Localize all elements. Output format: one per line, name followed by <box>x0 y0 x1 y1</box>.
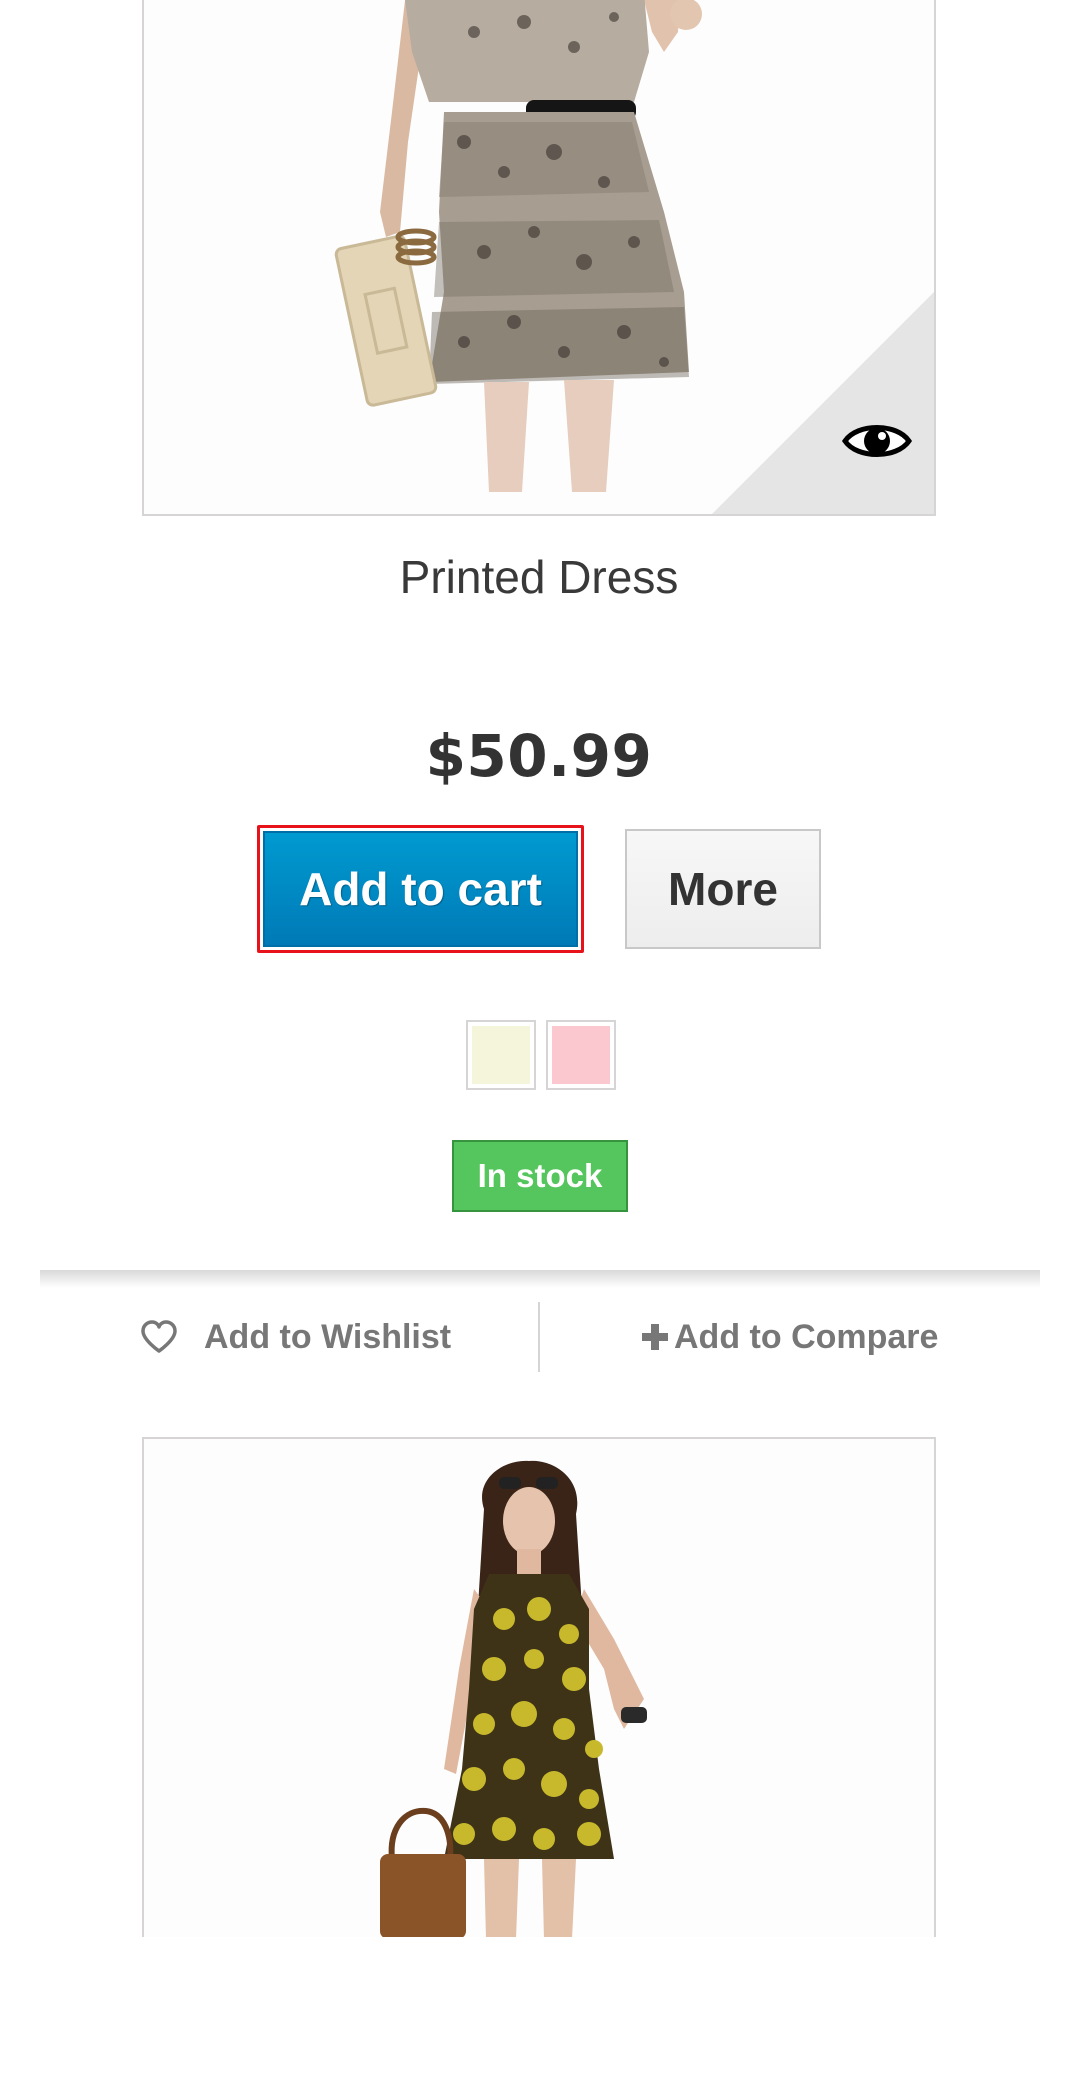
heart-icon <box>141 1320 177 1353</box>
eye-icon[interactable] <box>842 418 912 464</box>
product-list-page: Printed Dress $50.99 Add to cart More In… <box>0 0 1080 2082</box>
swatch-fill <box>472 1026 530 1084</box>
product-name[interactable]: Printed Dress <box>142 550 936 604</box>
product-image-printed-dress[interactable] <box>142 0 936 516</box>
add-to-cart-focus-outline: Add to cart <box>257 825 584 953</box>
swatch-fill <box>552 1026 610 1084</box>
product-price: $50.99 <box>425 722 653 790</box>
quick-view-corner[interactable] <box>712 292 934 514</box>
stock-status-badge: In stock <box>452 1140 628 1212</box>
plus-icon <box>642 1324 668 1350</box>
bar-shadow <box>40 1270 1040 1288</box>
compare-label: Add to Compare <box>674 1317 939 1356</box>
add-to-wishlist-link[interactable]: Add to Wishlist <box>140 1310 451 1364</box>
functional-buttons-bar: Add to Wishlist Add to Compare <box>40 1270 1040 1372</box>
color-swatch-pink[interactable] <box>546 1020 616 1090</box>
bar-divider <box>538 1302 540 1372</box>
product-image-summer-dress[interactable] <box>142 1437 936 1937</box>
quick-view-corner-background <box>712 292 934 514</box>
more-button[interactable]: More <box>624 828 822 950</box>
wishlist-label: Add to Wishlist <box>204 1317 452 1356</box>
add-to-compare-link[interactable]: Add to Compare <box>640 1310 938 1364</box>
yellow-floral-dress-image <box>144 1439 934 1937</box>
add-to-cart-button[interactable]: Add to cart <box>263 831 578 947</box>
color-swatch-beige[interactable] <box>466 1020 536 1090</box>
